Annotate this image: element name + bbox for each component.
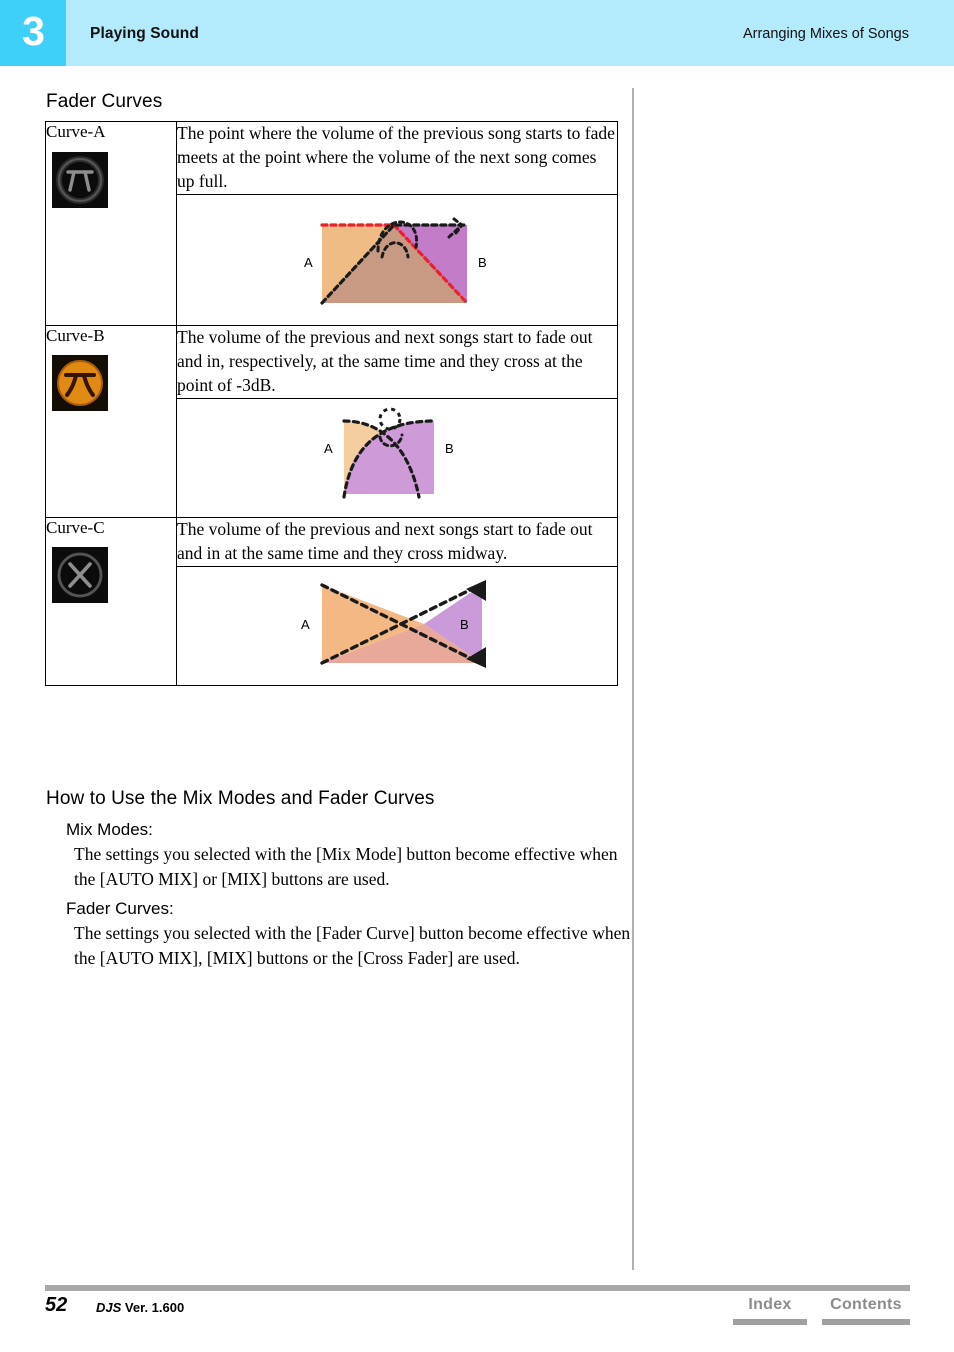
table-row: Curve-B The volume of the previous and n… <box>45 324 618 518</box>
page-column-divider <box>632 88 634 1270</box>
fader-curve-c-diagram: A B <box>301 579 486 668</box>
curve-a-label-cell: Curve-A <box>45 121 177 326</box>
curve-b-label: Curve-B <box>46 325 105 345</box>
fader-curves-block: Fader Curves: The settings you selected … <box>66 899 634 972</box>
chapter-title: Playing Sound <box>90 25 199 42</box>
index-button[interactable]: Index <box>733 1296 807 1325</box>
curve-a-label-b: B <box>478 255 487 270</box>
howto-heading: How to Use the Mix Modes and Fader Curve… <box>46 788 435 809</box>
contents-button-underline <box>822 1319 910 1325</box>
contents-button[interactable]: Contents <box>822 1296 910 1325</box>
page-title: Fader Curves <box>46 91 163 112</box>
section-title-header: Arranging Mixes of Songs <box>742 26 909 42</box>
fader-curves-body: The settings you selected with the [Fade… <box>74 923 631 969</box>
curve-b-label-b: B <box>445 441 454 456</box>
curve-c-description: The volume of the previous and next song… <box>176 516 618 567</box>
mix-modes-heading: Mix Modes: <box>66 820 153 839</box>
fader-curves-table: Curve-A The point where the volume of th… <box>45 121 618 686</box>
curve-a-label: Curve-A <box>46 122 106 141</box>
curve-b-description: The volume of the previous and next song… <box>176 324 618 399</box>
chapter-number: 3 <box>22 8 45 54</box>
curve-c-label-a: A <box>301 617 310 632</box>
index-button-label: Index <box>748 1296 792 1313</box>
curve-a-pi-icon <box>52 151 108 208</box>
fader-curve-b-diagram: A B <box>324 407 454 499</box>
document-name: DJS <box>96 1300 122 1315</box>
footer-divider <box>45 1285 910 1291</box>
curve-c-label: Curve-C <box>46 517 105 537</box>
mix-modes-block: Mix Modes: The settings you selected wit… <box>66 820 634 893</box>
fader-curves-heading: Fader Curves: <box>66 899 174 918</box>
table-row: Curve-C The volume of the previous and n… <box>45 516 618 686</box>
index-button-underline <box>733 1319 807 1325</box>
contents-button-label: Contents <box>830 1296 902 1313</box>
table-row: Curve-A The point where the volume of th… <box>45 121 618 326</box>
curve-a-description: The point where the volume of the previo… <box>176 121 618 195</box>
document-version: DJS Ver. 1.600 <box>96 1300 184 1315</box>
version-string: Ver. 1.600 <box>124 1300 185 1315</box>
curve-b-label-a: A <box>324 441 333 456</box>
fader-curve-a-diagram: A B <box>304 217 487 305</box>
mix-modes-body: The settings you selected with the [Mix … <box>74 844 618 890</box>
curve-a-diagram-cell: A B <box>176 193 618 326</box>
curve-b-arch-icon <box>52 355 108 412</box>
curve-c-diagram-cell: A B <box>176 565 618 686</box>
curve-c-x-icon <box>52 547 108 604</box>
curve-b-diagram-cell: A B <box>176 397 618 518</box>
curve-a-label-a: A <box>304 255 313 270</box>
curve-b-label-cell: Curve-B <box>45 324 177 518</box>
page-number: 52 <box>45 1294 68 1316</box>
chapter-number-box: 3 <box>0 0 66 66</box>
curve-c-label-cell: Curve-C <box>45 516 177 686</box>
curve-c-label-b: B <box>460 617 469 632</box>
